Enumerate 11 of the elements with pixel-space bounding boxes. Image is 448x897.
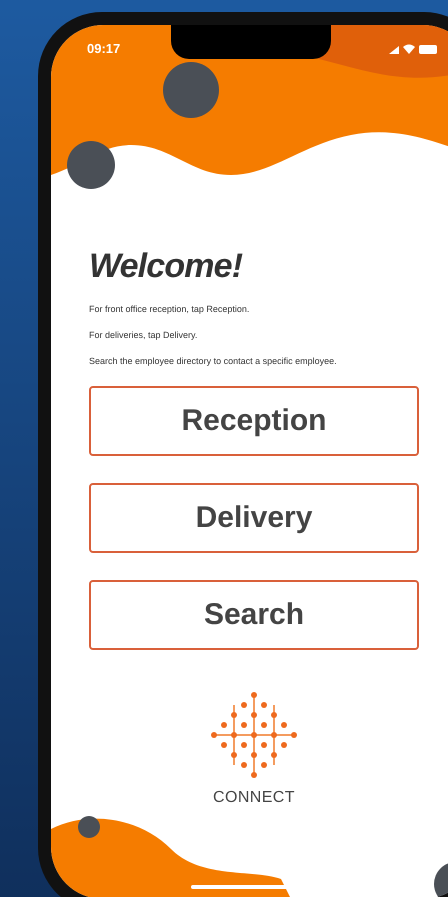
welcome-title: Welcome! <box>89 248 244 282</box>
status-time: 09:17 <box>87 40 120 58</box>
instruction-text: For deliveries, tap Delivery. <box>89 330 198 340</box>
logo-icon <box>209 690 299 780</box>
instruction-text: For front office reception, tap Reception. <box>89 304 250 314</box>
menu-button[interactable]: Reception <box>89 386 419 456</box>
instruction-text: Search the employee directory to contact a specific employee. <box>89 356 338 366</box>
brand-name: CONNECT <box>213 788 295 808</box>
menu-button[interactable]: Delivery <box>89 482 419 552</box>
status-icons-drawing <box>389 42 439 55</box>
menu-button[interactable]: Search <box>89 580 419 650</box>
